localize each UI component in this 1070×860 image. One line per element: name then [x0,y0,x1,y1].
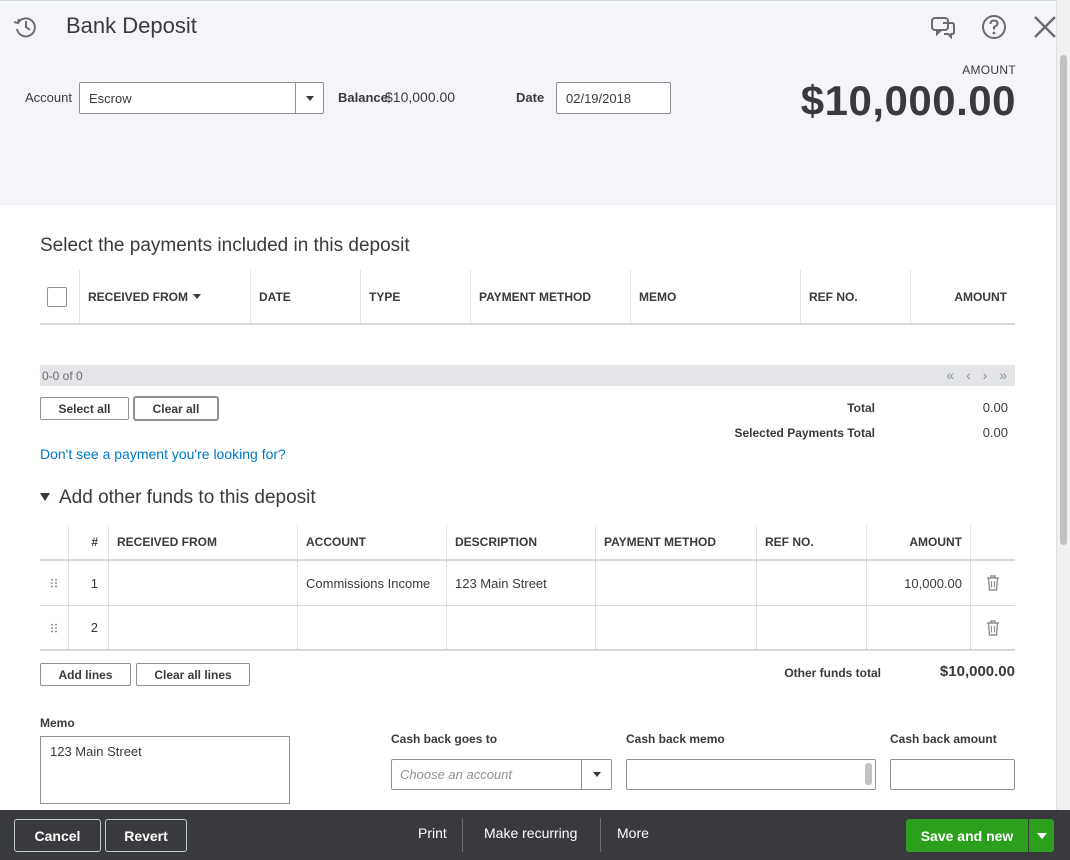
column-header-payment-method: PAYMENT METHOD [596,525,757,559]
clear-all-button[interactable]: Clear all [134,397,218,420]
pager-nav-icons[interactable]: « ‹ › » [946,367,1011,383]
scrollbar-thumb[interactable] [1060,55,1067,545]
account-value: Escrow [89,91,132,106]
row-received-from[interactable] [109,606,298,649]
row-description[interactable] [447,606,596,649]
payments-section-title: Select the payments included in this dep… [40,235,410,256]
balance-value: $10,000.00 [385,89,456,105]
selected-payments-total-value: 0.00 [982,425,1008,440]
payments-pager: 0-0 of 0 « ‹ › » [40,365,1015,386]
save-options-chevron-icon[interactable] [1029,819,1054,852]
memo-field[interactable]: 123 Main Street [40,736,290,804]
date-field[interactable]: 02/19/2018 [556,82,671,114]
column-header-received-from: RECEIVED FROM [109,525,298,559]
row-ref-no[interactable] [757,561,867,605]
column-header-account: ACCOUNT [298,525,447,559]
row-received-from[interactable] [109,561,298,605]
payments-table-header: RECEIVED FROM DATE TYPE PAYMENT METHOD M… [40,270,1015,325]
date-label: Date [516,90,545,105]
cash-back-memo-field[interactable] [626,759,876,790]
other-funds-table-header: # RECEIVED FROM ACCOUNT DESCRIPTION PAYM… [40,525,1015,561]
selected-payments-total-label: Selected Payments Total [734,426,876,440]
column-header-actions [971,525,1015,559]
balance-label: Balance [338,90,388,105]
save-and-new-button[interactable]: Save and new [906,819,1028,852]
help-icon[interactable] [980,13,1008,41]
cancel-button[interactable]: Cancel [14,819,101,852]
amount-label: AMOUNT [962,63,1016,77]
trash-icon[interactable] [971,561,1015,605]
column-header-amount[interactable]: AMOUNT [911,270,1015,323]
pager-range: 0-0 of 0 [42,369,83,383]
row-payment-method[interactable] [596,561,757,605]
amount-total: $10,000.00 [800,77,1016,124]
row-ref-no[interactable] [757,606,867,649]
column-header-payment-method[interactable]: PAYMENT METHOD [471,270,631,323]
recent-transactions-icon[interactable] [12,13,40,41]
memo-label: Memo [40,716,75,730]
trash-icon[interactable] [971,606,1015,649]
table-row[interactable]: 2 [40,606,1015,651]
column-header-memo[interactable]: MEMO [631,270,801,323]
clear-all-lines-button[interactable]: Clear all lines [136,663,250,686]
row-number: 2 [69,606,109,649]
drag-handle-icon[interactable] [40,606,69,649]
close-icon[interactable] [1031,13,1059,41]
drag-handle-icon[interactable] [40,561,69,605]
missing-payment-link[interactable]: Don't see a payment you're looking for? [40,446,286,462]
cash-back-memo-label: Cash back memo [626,732,725,746]
other-funds-total-label: Other funds total [784,666,881,680]
add-lines-button[interactable]: Add lines [40,663,131,686]
chevron-down-icon[interactable] [581,760,611,789]
column-header-ref-no: REF NO. [757,525,867,559]
row-amount[interactable]: 10,000.00 [867,561,971,605]
row-payment-method[interactable] [596,606,757,649]
cash-back-account-placeholder: Choose an account [400,767,513,782]
header-panel: Bank Deposit Account Escrow Balance $10,… [0,0,1056,205]
total-value: 0.00 [982,400,1008,415]
cash-back-goes-to-label: Cash back goes to [391,732,498,746]
account-label: Account [25,90,72,105]
date-value: 02/19/2018 [566,91,632,106]
column-header-description: DESCRIPTION [447,525,596,559]
footer-divider [462,818,463,852]
print-link[interactable]: Print [418,825,447,841]
scrollbar[interactable] [1056,0,1070,810]
select-all-button[interactable]: Select all [40,397,129,420]
row-account[interactable] [298,606,447,649]
other-funds-section-title[interactable]: Add other funds to this deposit [59,487,316,509]
other-funds-total-value: $10,000.00 [939,663,1015,680]
select-all-cell [40,270,80,323]
select-all-checkbox[interactable] [47,286,67,307]
cash-back-amount-field[interactable] [890,759,1015,790]
resize-handle[interactable] [865,763,872,785]
total-label: Total [847,401,875,415]
column-header-ref-no[interactable]: REF NO. [801,270,911,323]
row-number: 1 [69,561,109,605]
row-amount[interactable] [867,606,971,649]
feedback-icon[interactable] [929,13,957,41]
collapse-triangle-icon[interactable] [40,493,50,501]
column-header-received-from[interactable]: RECEIVED FROM [80,270,251,323]
cash-back-account-select[interactable]: Choose an account [391,759,612,790]
sort-desc-icon [193,294,202,299]
account-select[interactable]: Escrow [79,82,324,114]
table-row[interactable]: 1 Commissions Income 123 Main Street 10,… [40,561,1015,606]
page-title: Bank Deposit [66,13,197,38]
column-header-drag [40,525,69,559]
footer-divider [600,818,601,852]
row-description[interactable]: 123 Main Street [447,561,596,605]
chevron-down-icon[interactable] [295,83,323,113]
more-link[interactable]: More [617,825,649,841]
revert-button[interactable]: Revert [105,819,187,852]
column-header-num: # [69,525,109,559]
column-header-date[interactable]: DATE [251,270,361,323]
footer-bar: Cancel Revert Print Make recurring More … [0,810,1070,860]
cash-back-amount-label: Cash back amount [890,732,997,746]
row-account[interactable]: Commissions Income [298,561,447,605]
make-recurring-link[interactable]: Make recurring [484,825,577,841]
column-header-type[interactable]: TYPE [361,270,471,323]
column-header-amount: AMOUNT [867,525,971,559]
